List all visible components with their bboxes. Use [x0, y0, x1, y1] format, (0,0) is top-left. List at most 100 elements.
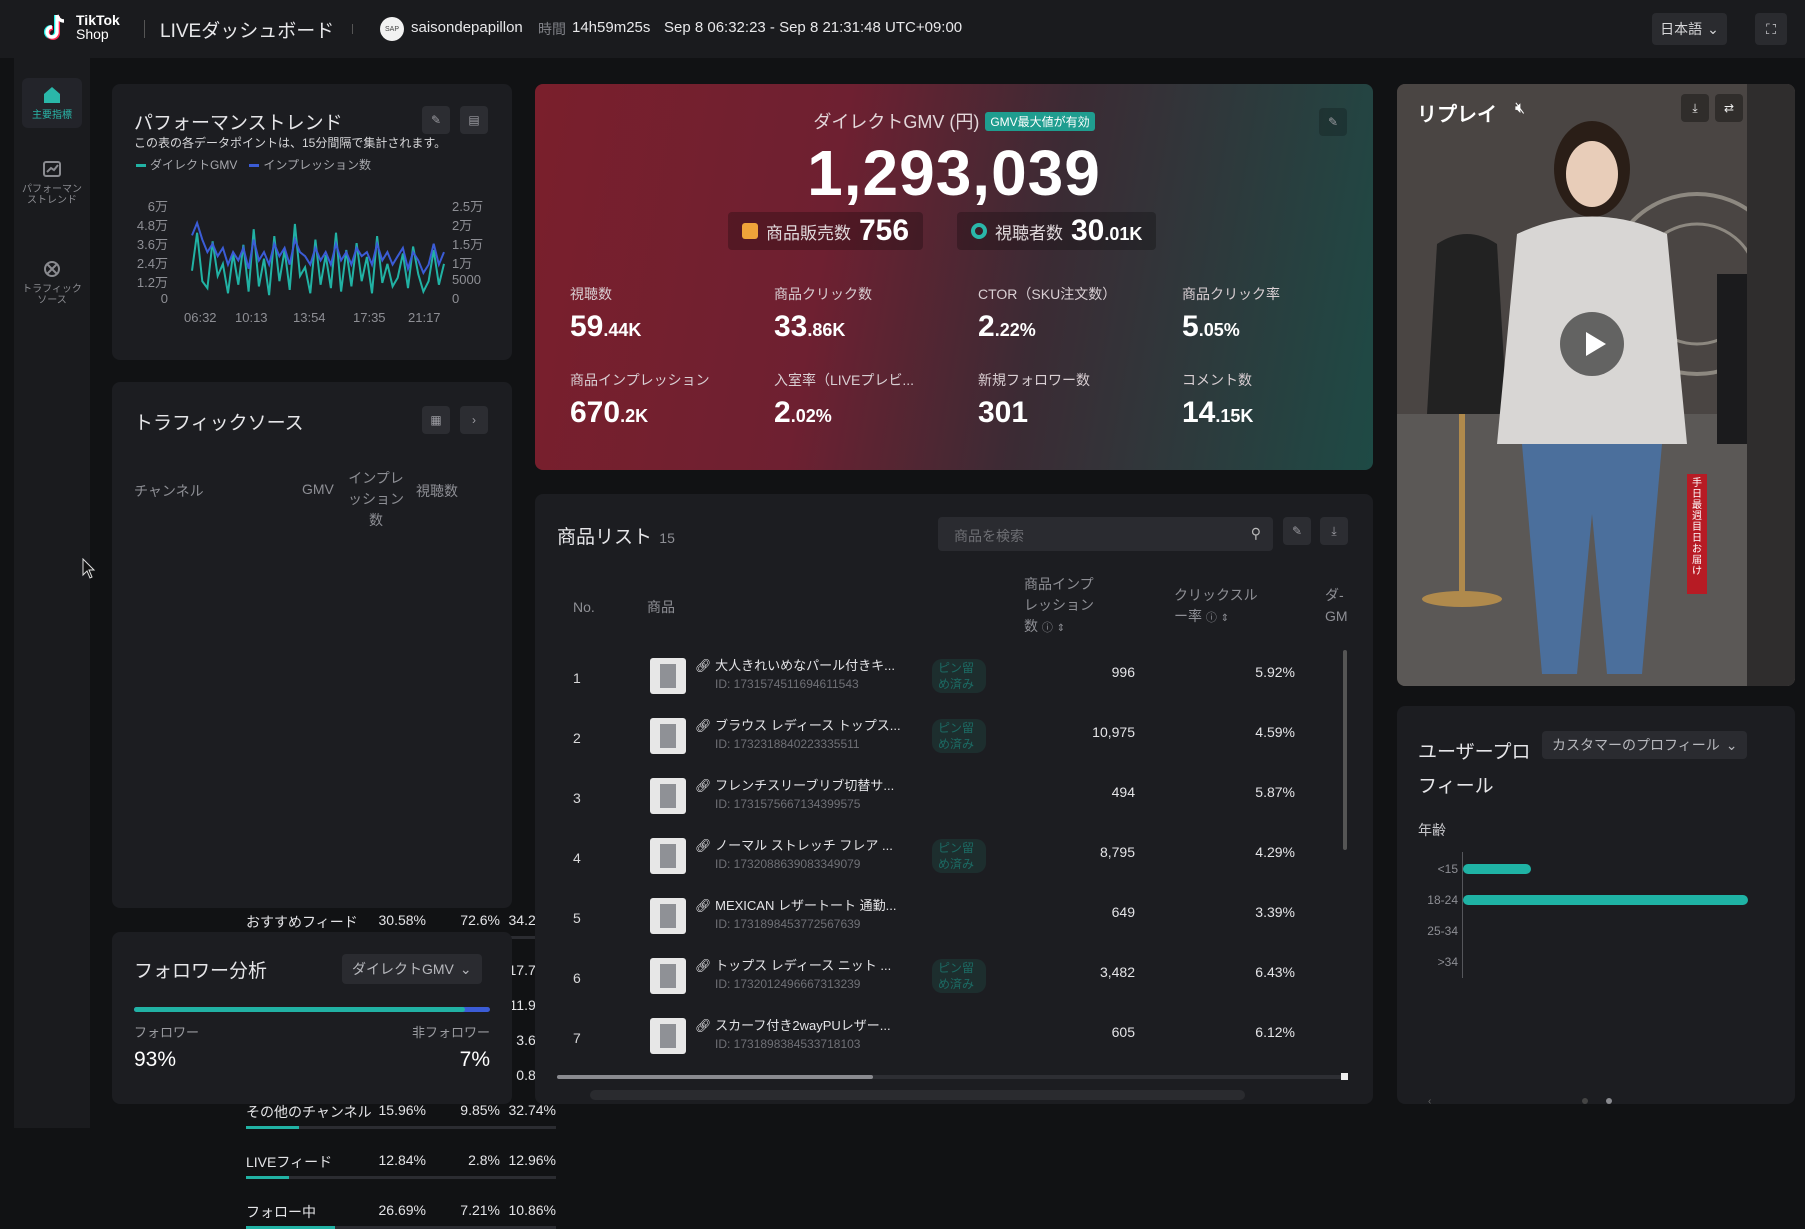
rail-item-performance[interactable]: パフォーマンストレンド	[22, 158, 82, 206]
traffic-row[interactable]: フォロー中 26.69% 7.21% 10.86%	[246, 1202, 556, 1229]
edit-icon: ✎	[1327, 115, 1339, 129]
top-bar: TikTok Shop LIVEダッシュボード SAP saisondepapi…	[0, 0, 1805, 58]
follower-ratio-fill	[134, 1007, 466, 1012]
metric-suffix: .86K	[807, 320, 846, 340]
age-bucket-bar[interactable]	[1463, 895, 1748, 905]
next-button[interactable]: ›	[460, 406, 488, 434]
mute-icon[interactable]: 🔇︎	[1515, 100, 1525, 118]
product-title-link[interactable]: 🔗︎ MEXICAN レザートート 通勤...	[695, 895, 896, 914]
vertical-scrollbar[interactable]	[1343, 650, 1347, 850]
link-icon: 🔗︎	[695, 838, 712, 853]
y-left-tick: 6万	[147, 199, 168, 214]
guide-button[interactable]: ▦	[422, 406, 450, 434]
column-header-impressions[interactable]: インプレッション数	[348, 468, 404, 531]
product-title: ノーマル ストレッチ フレア ...	[715, 838, 893, 853]
chevron-down-icon: ⌄	[459, 960, 472, 977]
product-row[interactable]: 6 🔗︎ トップス レディース ニット ... ID: 17320124966673…	[535, 952, 1345, 1012]
metric-select[interactable]: ダイレクトGMV ⌄	[342, 954, 482, 984]
product-row[interactable]: 4 🔗︎ ノーマル ストレッチ フレア ... ID: 17320886390833…	[535, 832, 1345, 892]
metric-value: 33	[774, 310, 808, 343]
product-thumbnail[interactable]	[650, 958, 686, 994]
gmv-share-fill	[246, 1176, 289, 1179]
sort-icon: ⇕	[1056, 623, 1066, 634]
download-button[interactable]: ⤓	[1320, 517, 1348, 545]
metric-label: 新規フォロワー数	[978, 372, 1090, 388]
product-thumbnail[interactable]	[650, 658, 686, 694]
metric-select-label: ダイレクトGMV	[352, 961, 454, 977]
product-thumbnail[interactable]	[650, 778, 686, 814]
product-title-link[interactable]: 🔗︎ スカーフ付き2wayPUレザー...	[695, 1015, 891, 1034]
fullscreen-button[interactable]: ⛶	[1755, 13, 1787, 45]
metric-suffix: .05%	[1198, 320, 1240, 340]
avatar[interactable]: SAP	[380, 17, 404, 41]
language-select[interactable]: 日本語 ⌄	[1652, 13, 1727, 45]
y-right-tick: 1.5万	[452, 237, 484, 252]
profile-type-select[interactable]: カスタマーのプロフィール ⌄	[1542, 731, 1748, 759]
product-title: スカーフ付き2wayPUレザー...	[715, 1018, 891, 1033]
product-title-link[interactable]: 🔗︎ フレンチスリーブリブ切替サ...	[695, 775, 894, 794]
product-title-link[interactable]: 🔗︎ ノーマル ストレッチ フレア ...	[695, 835, 893, 854]
edit-columns-button[interactable]: ✎	[1283, 517, 1311, 545]
product-title-link[interactable]: 🔗︎ 大人きれいめなパール付きキ...	[695, 655, 895, 674]
product-ctr: 6.43%	[1255, 964, 1295, 980]
metric-value: 670	[570, 396, 621, 429]
product-row[interactable]: 1 🔗︎ 大人きれいめなパール付きキ... ID: 1731574511694611…	[535, 652, 1345, 712]
metric-tile: 商品クリック数 33.86K	[774, 284, 964, 344]
age-bucket-label: >34	[1437, 955, 1458, 969]
chart-toggle-button[interactable]: ▤	[460, 106, 488, 134]
column-header-ctr[interactable]: クリックスルー率 ⓘ ⇕	[1174, 585, 1264, 629]
edit-button[interactable]: ✎	[422, 106, 450, 134]
traffic-row[interactable]: LIVEフィード 12.84% 2.8% 12.96%	[246, 1152, 556, 1179]
pager-dot[interactable]	[1606, 1098, 1612, 1104]
y-right-tick: 2.5万	[452, 199, 484, 214]
row-number: 7	[573, 1030, 581, 1046]
age-bucket-bar[interactable]	[1463, 864, 1532, 874]
traffic-icon	[44, 261, 60, 277]
product-row[interactable]: 2 🔗︎ ブラウス レディース トップス... ID: 17323188402233…	[535, 712, 1345, 772]
product-row[interactable]: 7 🔗︎ スカーフ付き2wayPUレザー... ID: 17318983845337…	[535, 1012, 1345, 1072]
follower-ratio-bar	[134, 1007, 490, 1012]
rail-item-label: パフォーマンストレンド	[22, 184, 82, 206]
metric-label: 商品クリック率	[1182, 286, 1280, 302]
product-thumbnail[interactable]	[650, 838, 686, 874]
metric-tile: 新規フォロワー数 301	[978, 370, 1168, 430]
card-title: トラフィックソース	[134, 413, 304, 434]
switch-button[interactable]: ⇄	[1715, 94, 1743, 122]
play-button[interactable]	[1560, 312, 1624, 376]
product-search-input[interactable]: 商品を検索 ⚲	[938, 517, 1273, 551]
download-button[interactable]: ⤓	[1681, 94, 1709, 122]
product-title-link[interactable]: 🔗︎ トップス レディース ニット ...	[695, 955, 891, 974]
column-header-views[interactable]: 視聴数	[416, 481, 458, 501]
chevron-left-icon[interactable]: ‹	[1428, 1096, 1440, 1107]
product-thumbnail[interactable]	[650, 718, 686, 754]
edit-button[interactable]: ✎	[1319, 108, 1347, 136]
follower-label: フォロワー	[134, 1025, 200, 1040]
non-follower-label: 非フォロワー	[411, 1025, 490, 1040]
product-row[interactable]: 3 🔗︎ フレンチスリーブリブ切替サ... ID: 1731575667134399…	[535, 772, 1345, 832]
metric-label: コメント数	[1182, 372, 1252, 388]
metric-value: 2	[978, 310, 995, 343]
product-thumbnail[interactable]	[650, 898, 686, 934]
pager-dot[interactable]	[1582, 1098, 1588, 1104]
rail-item-traffic[interactable]: トラフィックソース	[22, 258, 82, 306]
horizontal-scrollbar-thumb[interactable]	[557, 1075, 873, 1079]
column-header-impressions[interactable]: 商品インプレッション数 ⓘ ⇕	[1024, 574, 1104, 639]
column-header-gmv[interactable]: GMV	[302, 481, 334, 497]
pinned-badge: ピン留め済み	[932, 719, 986, 753]
product-thumbnail[interactable]	[650, 1018, 686, 1054]
column-header-no: No.	[573, 599, 595, 615]
metric-suffix: .2K	[620, 406, 649, 426]
bottom-scroll-indicator[interactable]	[590, 1090, 1245, 1100]
product-title-link[interactable]: 🔗︎ ブラウス レディース トップス...	[695, 715, 901, 734]
performance-line-chart[interactable]	[190, 196, 446, 304]
video-frame	[1397, 84, 1795, 686]
product-ctr: 4.59%	[1255, 724, 1295, 740]
tiktok-shop-logo[interactable]: TikTok Shop	[42, 12, 120, 42]
pinned-badge: ピン留め済み	[932, 659, 986, 693]
product-row[interactable]: 5 🔗︎ MEXICAN レザートート 通勤... ID: 173189845377…	[535, 892, 1345, 952]
rail-item-key-metrics[interactable]: 主要指標	[22, 78, 82, 128]
traffic-row[interactable]: その他のチャンネル 15.96% 9.85% 32.74%	[246, 1102, 556, 1129]
column-header-gmv-partial[interactable]: ダ-GM	[1325, 585, 1347, 627]
channel-name: おすすめフィード	[246, 914, 358, 930]
replay-video-player[interactable]: リプレイ 🔇︎ ⤓ ⇄ 手日最週目日お届け	[1397, 84, 1795, 686]
